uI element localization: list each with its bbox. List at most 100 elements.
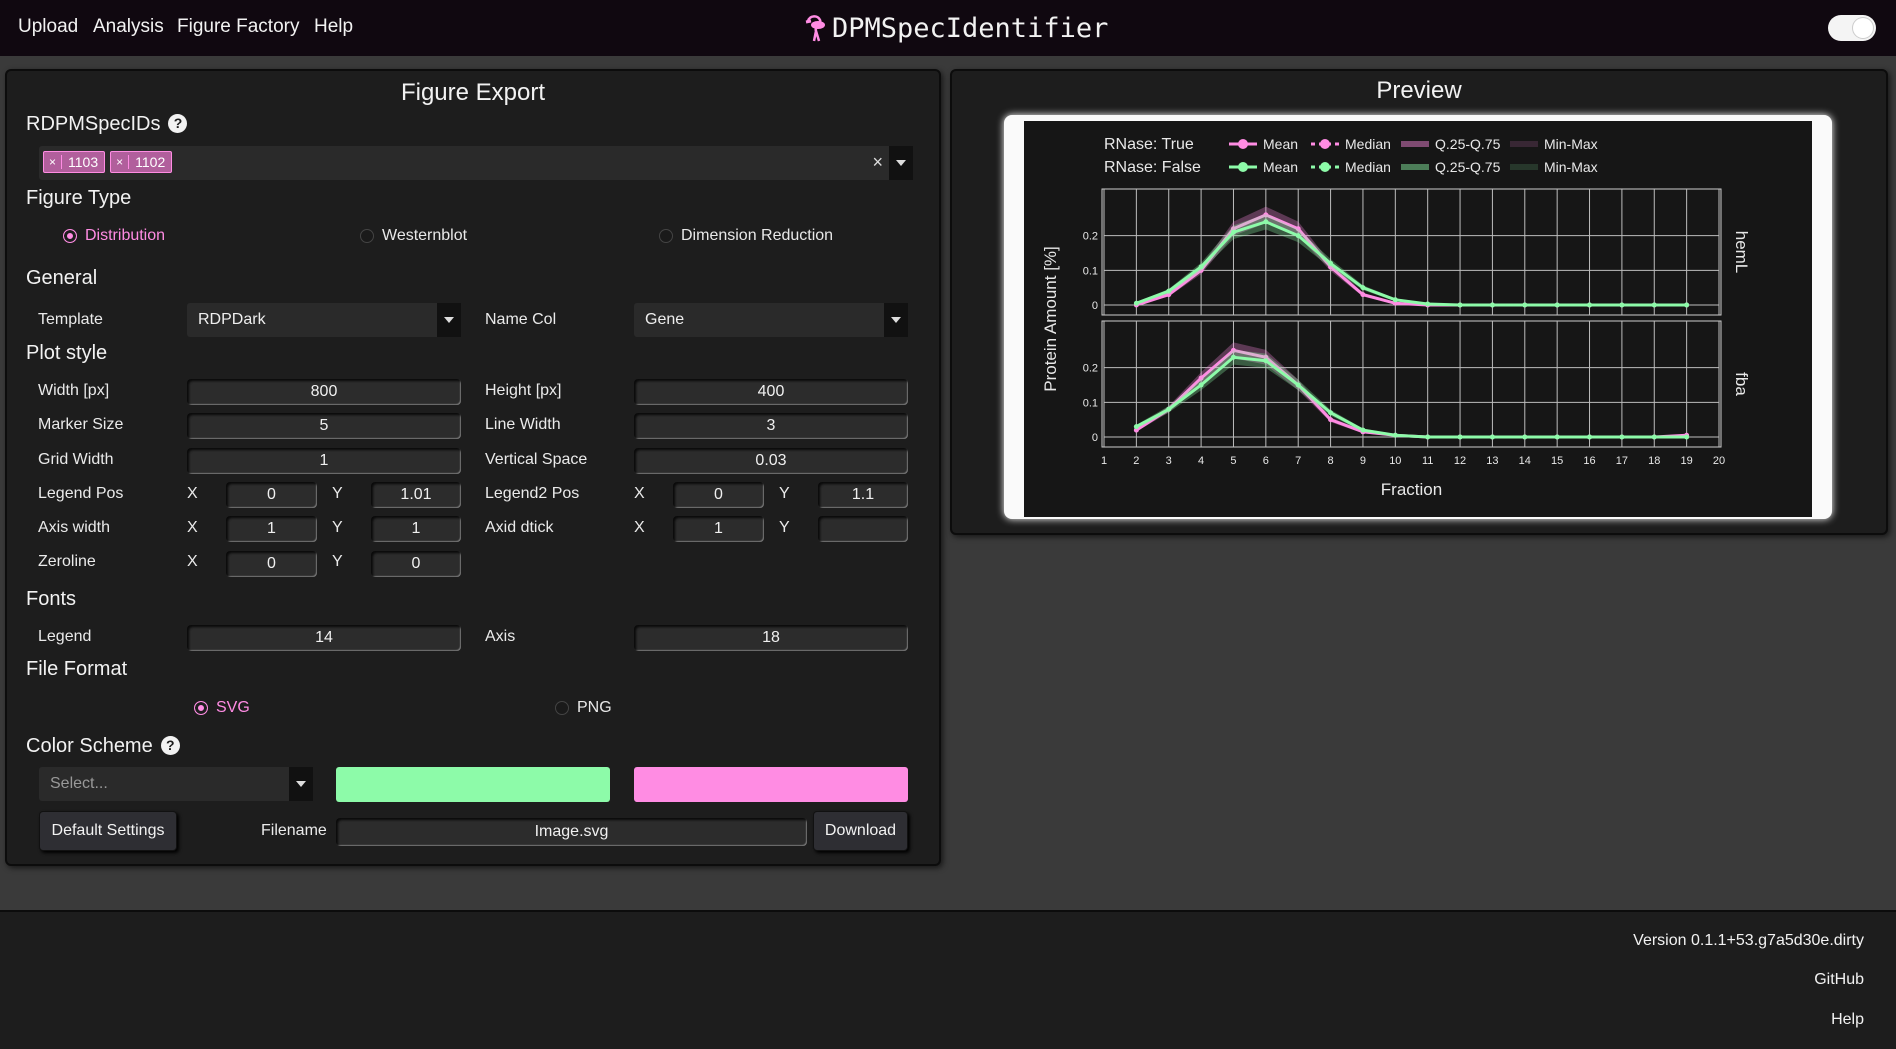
legend2-pos-x-input[interactable]: 0 [673, 482, 764, 508]
x-label: X [187, 553, 198, 570]
radio-westernblot[interactable]: Westernblot [360, 227, 467, 245]
clear-icon[interactable]: × [872, 152, 883, 173]
radio-svg[interactable]: SVG [194, 699, 250, 717]
width-label: Width [px] [38, 382, 110, 399]
zeroline-label: Zeroline [38, 553, 96, 570]
axis-width-x-input[interactable]: 1 [226, 516, 317, 542]
legend-font-input[interactable]: 14 [187, 625, 461, 651]
radio-label: Dimension Reduction [681, 227, 834, 244]
template-select[interactable]: RDPDark [187, 303, 461, 337]
grid-width-input[interactable]: 1 [187, 448, 461, 474]
legend-mean-marker [1238, 139, 1248, 149]
legend-entry-label: Min-Max [1544, 136, 1598, 152]
toggle-knob [1853, 18, 1873, 38]
x-tick-label: 4 [1198, 455, 1204, 467]
legend-entry-label: Q.25-Q.75 [1435, 136, 1501, 152]
axis-font-input[interactable]: 18 [634, 625, 908, 651]
data-point [1360, 427, 1366, 433]
default-settings-button[interactable]: Default Settings [39, 811, 177, 851]
axis-width-label: Axis width [38, 519, 111, 536]
data-point [1295, 233, 1301, 239]
height-input[interactable]: 400 [634, 379, 908, 405]
radio-label: SVG [216, 699, 250, 716]
chart-svg: RNase: True Mean Median Q.25-Q.75 Min-Max RNa… [1041, 136, 1751, 499]
preview-plot[interactable]: RNase: True Mean Median Q.25-Q.75 Min-Max RNa… [1024, 121, 1812, 517]
panel-name-label: hemL [1732, 231, 1751, 274]
radio-label: Distribution [85, 227, 166, 244]
github-link[interactable]: GitHub [1814, 971, 1864, 989]
remove-tag-icon[interactable]: × [44, 155, 63, 169]
nav-figure-factory[interactable]: Figure Factory [177, 16, 299, 38]
help-icon[interactable]: ? [168, 114, 188, 133]
brand-title: DPMSpecIdentifier [832, 12, 1109, 44]
quartile-band [1136, 342, 1687, 437]
version-text: Version 0.1.1+53.g7a5d30e.dirty [1633, 932, 1864, 949]
quartile-band [1136, 206, 1687, 305]
data-point [1198, 264, 1204, 270]
radio-png[interactable]: PNG [555, 699, 612, 717]
help-icon[interactable]: ? [160, 736, 180, 755]
x-tick-label: 17 [1616, 455, 1628, 467]
tag-value: 1102 [135, 154, 166, 170]
marker-size-label: Marker Size [38, 416, 124, 433]
panel-frame [1101, 188, 1722, 316]
brand[interactable]: DPMSpecIdentifier [802, 10, 1108, 46]
data-point [1230, 354, 1236, 360]
tag-1103[interactable]: × 1103 [43, 151, 106, 173]
filename-input[interactable]: Image.svg [336, 818, 807, 846]
rdpmspecids-multiselect[interactable]: × 1103 × 1102 × [39, 146, 913, 180]
chevron-down-icon[interactable] [437, 303, 461, 337]
legend-entry-label: Q.25-Q.75 [1435, 159, 1501, 175]
zeroline-y-input[interactable]: 0 [371, 551, 461, 577]
line-width-input[interactable]: 3 [634, 413, 908, 439]
color-scheme-label: Color Scheme? [26, 735, 180, 758]
y-label: Y [779, 485, 790, 502]
x-tick-label: 14 [1519, 455, 1531, 467]
median-line [1136, 220, 1687, 306]
x-tick-label: 7 [1295, 455, 1301, 467]
x-label: X [187, 519, 198, 536]
radio-distribution[interactable]: Distribution [63, 227, 165, 245]
data-point [1489, 434, 1495, 440]
x-axis-title: Fraction [1381, 480, 1442, 499]
data-point [1263, 358, 1269, 364]
flamingo-logo-icon [805, 15, 825, 42]
median-line [1136, 213, 1687, 306]
legend2-pos-y-input[interactable]: 1.1 [818, 482, 908, 508]
y-label: Y [332, 485, 343, 502]
nav-analysis[interactable]: Analysis [93, 16, 164, 38]
legend-entry-label: Mean [1263, 159, 1298, 175]
tag-1102[interactable]: × 1102 [110, 151, 173, 173]
legend-minmax-band [1510, 164, 1538, 170]
secondary-color-swatch[interactable] [634, 767, 908, 802]
remove-tag-icon[interactable]: × [111, 155, 130, 169]
legend-median-marker [1320, 139, 1330, 149]
file-format-label: File Format [26, 658, 128, 680]
vertical-space-input[interactable]: 0.03 [634, 448, 908, 474]
legend-pos-label: Legend Pos [38, 485, 124, 502]
legend-pos-x-input[interactable]: 0 [226, 482, 317, 508]
chevron-down-icon[interactable] [889, 146, 913, 180]
dtick-x-input[interactable]: 1 [673, 516, 764, 542]
help-link[interactable]: Help [1831, 1011, 1864, 1029]
chevron-down-icon[interactable] [884, 303, 908, 337]
panel-title: Figure Export [400, 79, 546, 106]
namecol-select[interactable]: Gene [634, 303, 908, 337]
color-scheme-select[interactable]: Select... [39, 767, 313, 801]
marker-size-input[interactable]: 5 [187, 413, 461, 439]
nav-help[interactable]: Help [314, 16, 353, 38]
zeroline-x-input[interactable]: 0 [226, 551, 317, 577]
x-label: X [187, 485, 198, 502]
data-point [1457, 434, 1463, 440]
data-point [1133, 424, 1139, 430]
legend-pos-y-input[interactable]: 1.01 [371, 482, 461, 508]
width-input[interactable]: 800 [187, 379, 461, 405]
axis-width-y-input[interactable]: 1 [371, 516, 461, 542]
dtick-y-input[interactable] [818, 516, 908, 542]
primary-color-swatch[interactable] [336, 767, 610, 802]
chevron-down-icon[interactable] [289, 767, 313, 801]
nav-upload[interactable]: Upload [18, 16, 78, 38]
radio-dimension-reduction[interactable]: Dimension Reduction [659, 227, 833, 245]
theme-toggle[interactable] [1828, 15, 1876, 41]
download-button[interactable]: Download [813, 811, 908, 851]
